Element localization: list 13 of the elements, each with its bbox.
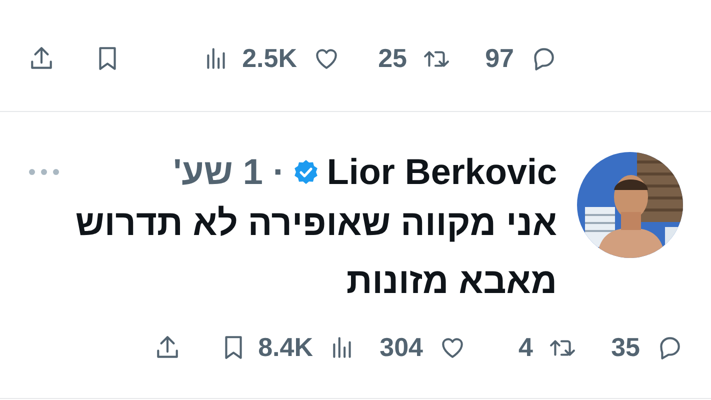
retweet-count: 4: [518, 332, 533, 362]
tweet-text: מאבא מזונות: [346, 259, 557, 303]
like-count: 304: [380, 332, 423, 362]
views-count: 8.4K: [258, 332, 313, 362]
post-time[interactable]: · 1 שע': [173, 151, 285, 193]
tweet-text: אני מקווה שאופירה לא תדרוש: [75, 201, 557, 245]
like-count: 2.5K: [242, 42, 297, 74]
share-icon[interactable]: [28, 44, 55, 72]
share-icon[interactable]: [154, 334, 181, 360]
author-name[interactable]: Lior Berkovic: [326, 151, 557, 193]
retweet-count: 25: [378, 42, 407, 74]
reply-count: 97: [485, 42, 514, 74]
reply-count: 35: [611, 332, 640, 362]
